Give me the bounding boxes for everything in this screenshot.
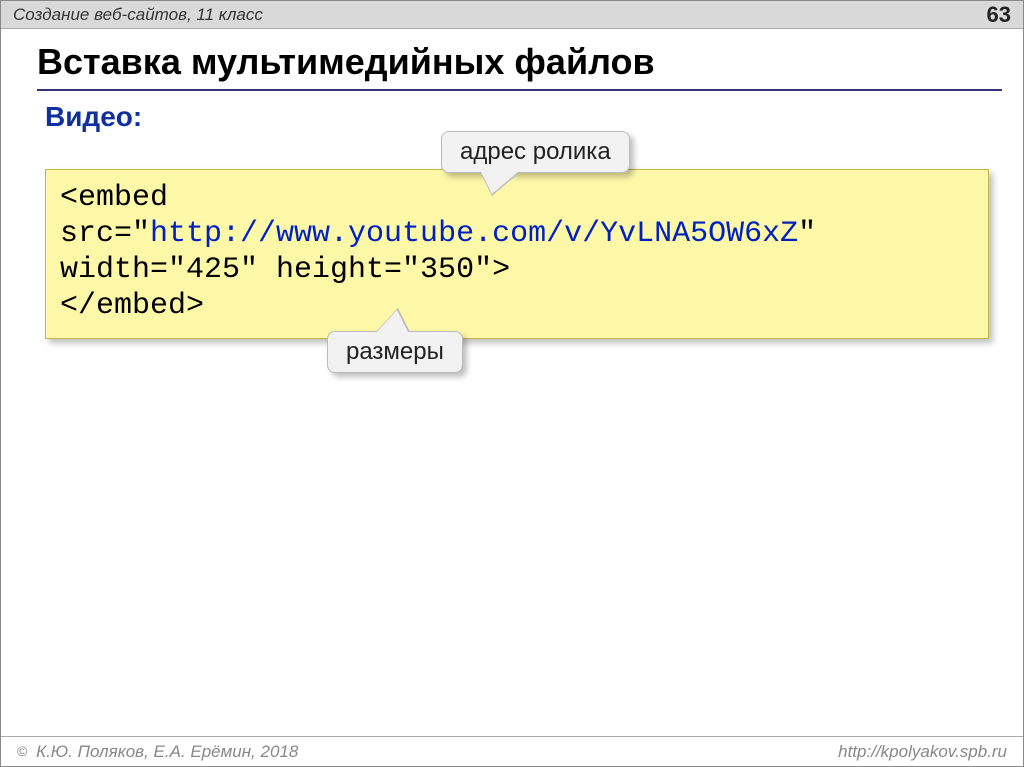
callout-tail-icon <box>481 172 518 194</box>
code-line-4: </embed> <box>60 288 974 324</box>
title-rule <box>37 89 1002 91</box>
footer-authors: К.Ю. Поляков, Е.А. Ерёмин, 2018 <box>36 742 298 761</box>
footer-right: http://kpolyakov.spb.ru <box>838 742 1007 762</box>
code-url: http://www.youtube.com/v/YvLNA5OW6xZ <box>150 217 798 251</box>
callout-url: адрес ролика <box>441 131 630 173</box>
title-area: Вставка мультимедийных файлов <box>37 41 993 91</box>
slide-title: Вставка мультимедийных файлов <box>37 41 993 83</box>
code-text: src=" <box>60 217 150 251</box>
callout-label: адрес ролика <box>460 138 611 165</box>
code-line-3: width="425" height="350"> <box>60 252 974 288</box>
course-label: Создание веб-сайтов, 11 класс <box>13 5 263 25</box>
footer-left: © К.Ю. Поляков, Е.А. Ерёмин, 2018 <box>17 742 298 762</box>
callout-size: размеры <box>327 331 463 373</box>
copyright-icon: © <box>17 743 27 759</box>
top-bar: Создание веб-сайтов, 11 класс 63 <box>1 1 1023 29</box>
code-line-2: src="http://www.youtube.com/v/YvLNA5OW6x… <box>60 216 974 252</box>
code-text: " <box>798 217 816 251</box>
section-label: Видео: <box>45 101 142 133</box>
slide: Создание веб-сайтов, 11 класс 63 Вставка… <box>0 0 1024 767</box>
callout-tail-icon <box>377 310 408 332</box>
footer: © К.Ю. Поляков, Е.А. Ерёмин, 2018 http:/… <box>1 736 1023 766</box>
callout-label: размеры <box>346 338 444 365</box>
page-number: 63 <box>987 2 1011 28</box>
